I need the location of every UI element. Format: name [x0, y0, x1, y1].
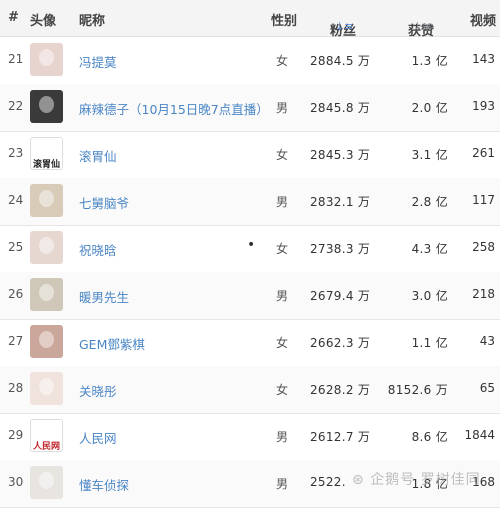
- nickname-link[interactable]: 暖男先生: [79, 287, 129, 306]
- fans-count: 2845.8 万: [310, 101, 371, 115]
- table-row[interactable]: 21 冯提莫 女 2884.5 万 1.3 亿 143: [0, 37, 500, 85]
- rank-number: 27: [8, 334, 24, 348]
- avatar[interactable]: 滚胃仙: [30, 137, 63, 170]
- avatar-face: [39, 49, 54, 66]
- rank-number: 30: [8, 475, 24, 489]
- gender-value: 男: [276, 289, 289, 303]
- table-header: # 头像 昵称 性别 粉丝 ⇣≡ 获赞 ⇣≡ 视频: [0, 0, 500, 39]
- avatar-face: [39, 237, 54, 254]
- gender-value: 女: [276, 148, 289, 162]
- rank-number: 22: [8, 99, 24, 113]
- table-row[interactable]: 23 滚胃仙 滚胃仙女 2845.3 万 3.1 亿 261: [0, 131, 500, 179]
- sort-desc-icon[interactable]: ⇣≡: [335, 20, 353, 33]
- rank-number: 29: [8, 428, 24, 442]
- nickname-link[interactable]: 关晓彤: [79, 381, 117, 400]
- likes-count: 3.0 亿: [411, 289, 448, 303]
- avatar-face: [39, 378, 54, 395]
- table-row[interactable]: 26 暖男先生 男 2679.4 万 3.0 亿 218: [0, 272, 500, 320]
- likes-count: 8152.6 万: [387, 383, 448, 397]
- avatar[interactable]: [30, 184, 63, 217]
- fans-count: 2845.3 万: [310, 148, 371, 162]
- rank-number: 21: [8, 52, 24, 66]
- nickname-link[interactable]: 滚胃仙: [79, 146, 117, 165]
- fans-count: 2832.1 万: [310, 195, 371, 209]
- fans-count: 2679.4 万: [310, 289, 371, 303]
- video-count: 43: [479, 334, 495, 348]
- header-avatar: 头像: [30, 14, 57, 29]
- likes-count: 2.8 亿: [411, 195, 448, 209]
- avatar[interactable]: [30, 231, 63, 264]
- bullet-dot: •: [247, 237, 256, 253]
- gender-value: 女: [276, 54, 289, 68]
- watermark-text: 企鹅号 罗树佳同: [370, 472, 481, 488]
- table-row[interactable]: 24 七舅脑爷 男 2832.1 万 2.8 亿 117: [0, 178, 500, 226]
- avatar[interactable]: [30, 372, 63, 405]
- table-row[interactable]: 25 祝晓晗 • 女 2738.3 万 4.3 亿 258: [0, 225, 500, 273]
- table-row[interactable]: 22 麻辣德子（10月15日晚7点直播） 男 2845.8 万 2.0 亿 193: [0, 84, 500, 132]
- fans-count: 2522.: [310, 475, 346, 489]
- nickname-link[interactable]: 懂车侦探: [79, 475, 129, 494]
- fans-count: 2738.3 万: [310, 242, 371, 256]
- header-gender: 性别: [271, 14, 298, 29]
- video-count: 258: [472, 240, 495, 254]
- likes-count: 2.0 亿: [411, 101, 448, 115]
- gender-value: 女: [276, 242, 289, 256]
- nickname-link[interactable]: 冯提莫: [79, 52, 117, 71]
- gender-value: 女: [276, 383, 289, 397]
- likes-count: 1.1 亿: [411, 336, 448, 350]
- rank-number: 26: [8, 287, 24, 301]
- camera-icon: ⊛: [352, 472, 365, 488]
- avatar[interactable]: [30, 466, 63, 499]
- nickname-link[interactable]: 人民网: [79, 428, 117, 447]
- video-count: 143: [472, 52, 495, 66]
- rank-number: 25: [8, 240, 24, 254]
- nickname-link[interactable]: GEM鄧紫棋: [79, 334, 145, 353]
- likes-count: 8.6 亿: [411, 430, 448, 444]
- avatar[interactable]: [30, 43, 63, 76]
- avatar-face: [39, 284, 54, 301]
- video-count: 117: [472, 193, 495, 207]
- nickname-link[interactable]: 祝晓晗: [79, 240, 117, 259]
- sort-icon[interactable]: ⇣≡: [413, 20, 431, 33]
- avatar-face: [39, 96, 54, 113]
- nickname-link[interactable]: 麻辣德子（10月15日晚7点直播）: [79, 99, 269, 118]
- video-count: 193: [472, 99, 495, 113]
- video-count: 261: [472, 146, 495, 160]
- avatar-face: [39, 331, 54, 348]
- avatar[interactable]: [30, 325, 63, 358]
- table-row[interactable]: 27 GEM鄧紫棋 女 2662.3 万 1.1 亿 43: [0, 319, 500, 367]
- table-row[interactable]: 28 关晓彤 女 2628.2 万 8152.6 万 65: [0, 366, 500, 414]
- gender-value: 男: [276, 101, 289, 115]
- avatar[interactable]: 人民网: [30, 419, 63, 452]
- rank-number: 28: [8, 381, 24, 395]
- fans-count: 2628.2 万: [310, 383, 371, 397]
- header-videos: 视频: [470, 14, 497, 29]
- video-count: 65: [479, 381, 495, 395]
- watermark: ⊛ 企鹅号 罗树佳同: [352, 469, 481, 489]
- header-name: 昵称: [79, 14, 106, 29]
- video-count: 1844: [464, 428, 495, 442]
- gender-value: 男: [276, 195, 289, 209]
- likes-count: 4.3 亿: [411, 242, 448, 256]
- rank-number: 24: [8, 193, 24, 207]
- likes-count: 3.1 亿: [411, 148, 448, 162]
- likes-count: 1.3 亿: [411, 54, 448, 68]
- avatar-face: [39, 472, 54, 489]
- rank-number: 23: [8, 146, 24, 160]
- gender-value: 男: [276, 430, 289, 444]
- gender-value: 女: [276, 336, 289, 350]
- avatar-face: [39, 190, 54, 207]
- video-count: 218: [472, 287, 495, 301]
- gender-value: 男: [276, 477, 289, 491]
- avatar-logo-text: 滚胃仙: [32, 160, 60, 170]
- fans-count: 2612.7 万: [310, 430, 371, 444]
- fans-count: 2884.5 万: [310, 54, 371, 68]
- fans-count: 2662.3 万: [310, 336, 371, 350]
- avatar-logo-text: 人民网: [32, 442, 60, 452]
- header-rank: #: [8, 10, 19, 25]
- table-row[interactable]: 29 人民网 人民网男 2612.7 万 8.6 亿 1844: [0, 413, 500, 461]
- avatar[interactable]: [30, 90, 63, 123]
- avatar[interactable]: [30, 278, 63, 311]
- nickname-link[interactable]: 七舅脑爷: [79, 193, 129, 212]
